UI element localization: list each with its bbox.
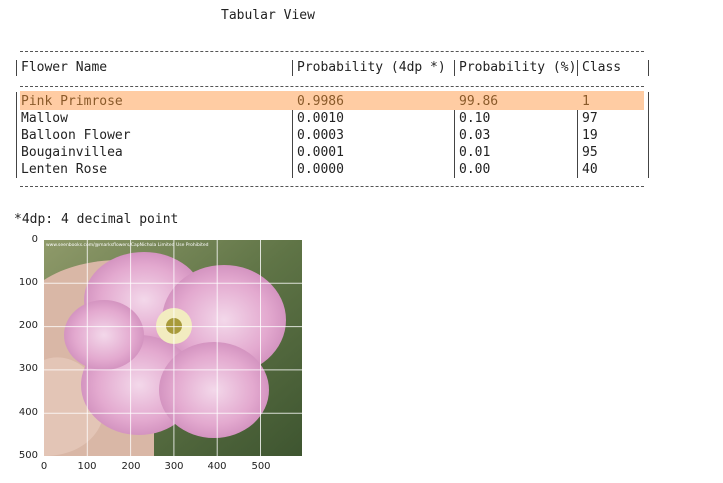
header-separator <box>20 86 644 87</box>
y-tick-label: 400 <box>18 407 38 418</box>
probability-pct-cell: 99.86 <box>459 94 499 109</box>
table-top-border <box>20 51 644 52</box>
probability-4dp-cell: 0.0000 <box>297 162 344 177</box>
probability-4dp-cell: 0.0010 <box>297 111 344 126</box>
header-left-edge <box>16 60 17 76</box>
flower-name-cell: Bougainvillea <box>21 145 123 160</box>
class-cell: 19 <box>582 128 598 143</box>
y-tick-label: 100 <box>18 277 38 288</box>
probability-4dp-cell: 0.0003 <box>297 128 344 143</box>
flower-image: www.seenbooks.com/@marksflowers/CapNicho… <box>44 240 302 456</box>
header-divider-2 <box>454 60 455 76</box>
probability-pct-cell: 0.03 <box>459 128 491 143</box>
footnote: *4dp: 4 decimal point <box>14 212 179 227</box>
class-cell: 97 <box>582 111 598 126</box>
class-cell: 40 <box>582 162 598 177</box>
flower-name-cell: Balloon Flower <box>21 128 131 143</box>
y-tick-label: 300 <box>18 363 38 374</box>
probability-4dp-cell: 0.9986 <box>297 94 344 109</box>
x-tick-label: 0 <box>40 461 48 472</box>
y-tick-label: 0 <box>31 234 38 245</box>
class-cell: 95 <box>582 145 598 160</box>
x-tick-label: 400 <box>207 461 227 472</box>
header-divider-3 <box>577 60 578 76</box>
body-left-edge <box>16 92 17 178</box>
probability-4dp-cell: 0.0001 <box>297 145 344 160</box>
header-flower-name: Flower Name <box>21 60 108 75</box>
x-tick-label: 500 <box>251 461 271 472</box>
header-divider-1 <box>292 60 293 76</box>
y-tick-label: 200 <box>18 320 38 331</box>
x-tick-label: 100 <box>77 461 97 472</box>
header-probability-4dp: Probability (4dp *) <box>297 60 446 75</box>
probability-pct-cell: 0.10 <box>459 111 491 126</box>
flower-name-cell: Pink Primrose <box>21 94 123 109</box>
header-right-edge <box>648 60 649 76</box>
probability-pct-cell: 0.01 <box>459 145 491 160</box>
class-cell: 1 <box>582 94 590 109</box>
header-class: Class <box>582 60 622 75</box>
header-probability-pct: Probability (%) <box>459 60 577 75</box>
table-bottom-border <box>20 186 644 187</box>
probability-pct-cell: 0.00 <box>459 162 491 177</box>
x-tick-label: 300 <box>164 461 184 472</box>
image-watermark: www.seenbooks.com/@marksflowers/CapNicho… <box>46 242 209 248</box>
flower-name-cell: Mallow <box>21 111 68 126</box>
body-right-edge <box>648 92 649 178</box>
y-tick-label: 500 <box>18 450 38 461</box>
x-tick-label: 200 <box>121 461 141 472</box>
flower-name-cell: Lenten Rose <box>21 162 108 177</box>
table-title: Tabular View <box>221 8 315 23</box>
